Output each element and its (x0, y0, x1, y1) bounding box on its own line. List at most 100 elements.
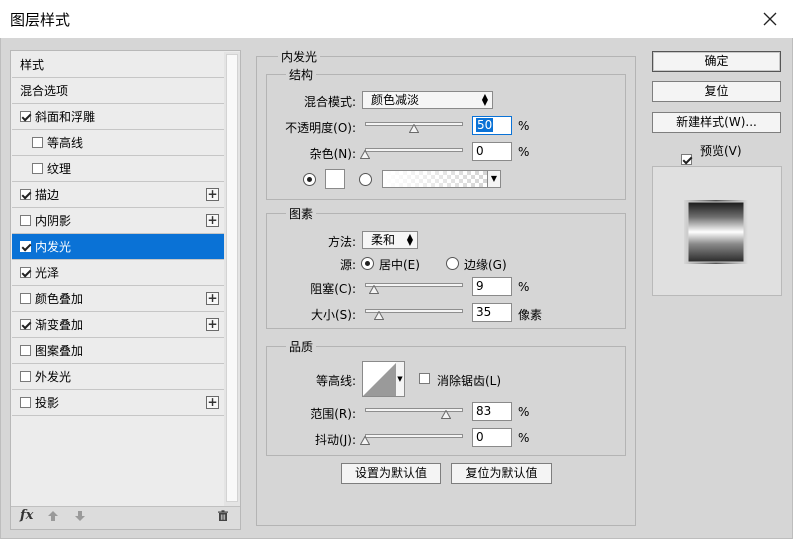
style-item[interactable]: 外发光 (12, 364, 224, 390)
noise-label: 杂色(N): (309, 147, 356, 161)
jitter-label: 抖动(J): (315, 433, 356, 447)
add-effect-icon[interactable]: + (206, 292, 219, 305)
style-checkbox[interactable] (32, 137, 43, 148)
style-item[interactable]: 内阴影 + (12, 208, 224, 234)
blend-mode-label: 混合模式: (303, 95, 356, 109)
arrow-up-icon[interactable] (47, 510, 59, 522)
noise-slider[interactable] (365, 148, 463, 152)
style-checkbox[interactable] (20, 215, 31, 226)
style-item-label: 外发光 (35, 370, 72, 384)
source-edge-radio[interactable] (446, 257, 459, 270)
range-slider-thumb[interactable] (441, 410, 452, 419)
jitter-unit: % (518, 431, 530, 445)
noise-slider-thumb[interactable] (360, 150, 370, 159)
antialias-checkbox[interactable] (419, 373, 430, 384)
style-checkbox[interactable] (20, 397, 31, 408)
style-item-label: 纹理 (47, 162, 72, 176)
reset-button[interactable]: 复位 (652, 81, 781, 102)
style-checkbox[interactable] (20, 267, 31, 278)
choke-input[interactable]: 9 (472, 277, 512, 296)
close-button[interactable] (752, 4, 788, 34)
style-item-label: 样式 (20, 58, 45, 72)
style-item-label: 混合选项 (20, 84, 69, 98)
choke-slider[interactable] (365, 283, 463, 287)
make-default-button[interactable]: 设置为默认值 (341, 463, 441, 484)
noise-unit: % (518, 145, 530, 159)
add-effect-icon[interactable]: + (206, 396, 219, 409)
opacity-slider-thumb[interactable] (409, 124, 419, 133)
blend-mode-select[interactable]: 颜色减淡 ▲ ▼ (362, 91, 493, 109)
scrollbar-thumb[interactable] (226, 54, 238, 502)
style-checkbox[interactable] (20, 319, 31, 330)
new-style-button[interactable]: 新建样式(W)... (652, 112, 781, 133)
choke-slider-thumb[interactable] (368, 285, 379, 294)
style-item[interactable]: 光泽 (12, 260, 224, 286)
add-effect-icon[interactable]: + (206, 318, 219, 331)
style-checkbox[interactable] (20, 293, 31, 304)
style-checkbox[interactable] (20, 345, 31, 356)
gradient-fill-radio[interactable] (359, 173, 372, 186)
style-item-label: 内发光 (35, 240, 72, 254)
contour-dropdown-icon[interactable]: ▼ (396, 361, 405, 397)
reset-default-button[interactable]: 复位为默认值 (451, 463, 552, 484)
style-item[interactable]: 等高线 (12, 130, 224, 156)
jitter-slider-thumb[interactable] (360, 436, 370, 445)
style-item[interactable]: 混合选项 (12, 78, 224, 104)
ok-button[interactable]: 确定 (652, 51, 781, 72)
jitter-input[interactable]: 0 (472, 428, 512, 447)
close-icon (763, 12, 777, 26)
range-input[interactable]: 83 (472, 402, 512, 421)
style-checkbox[interactable] (20, 371, 31, 382)
style-item[interactable]: 斜面和浮雕 (12, 104, 224, 130)
arrow-down-icon[interactable] (74, 510, 86, 522)
gradient-dropdown-icon[interactable]: ▼ (487, 171, 500, 187)
jitter-slider[interactable] (365, 434, 463, 438)
opacity-input[interactable]: 50 (472, 116, 512, 135)
style-item[interactable]: 描边 + (12, 182, 224, 208)
size-slider-thumb[interactable] (373, 311, 384, 320)
style-item-label: 图案叠加 (35, 344, 84, 358)
trash-icon[interactable] (217, 510, 229, 522)
fx-menu-icon[interactable]: fx (20, 508, 33, 523)
elements-title: 图素 (286, 205, 317, 222)
style-item[interactable]: 图案叠加 (12, 338, 224, 364)
source-edge-label: 边缘(G) (464, 258, 507, 272)
size-input[interactable]: 35 (472, 303, 512, 322)
updown-arrow-icon: ▲ ▼ (481, 92, 488, 107)
title-bar (0, 0, 793, 38)
contour-preview[interactable] (362, 361, 398, 397)
style-item[interactable]: 样式 (12, 52, 224, 78)
method-select[interactable]: 柔和 ▲ ▼ (362, 231, 418, 249)
style-item[interactable]: 内发光 (12, 234, 224, 260)
style-item[interactable]: 渐变叠加 + (12, 312, 224, 338)
style-checkbox[interactable] (20, 241, 31, 252)
style-item-label: 投影 (35, 396, 60, 410)
preview-checkbox[interactable] (681, 154, 692, 165)
source-label: 源: (339, 258, 356, 272)
style-item-label: 描边 (35, 188, 60, 202)
style-item[interactable]: 纹理 (12, 156, 224, 182)
quality-title: 品质 (286, 338, 317, 355)
style-item[interactable]: 颜色叠加 + (12, 286, 224, 312)
style-item-label: 光泽 (35, 266, 60, 280)
add-effect-icon[interactable]: + (206, 214, 219, 227)
style-checkbox[interactable] (32, 163, 43, 174)
glow-color-swatch[interactable] (325, 169, 345, 189)
add-effect-icon[interactable]: + (206, 188, 219, 201)
source-center-radio[interactable] (361, 257, 374, 270)
glow-gradient-picker[interactable] (382, 170, 501, 188)
color-fill-radio[interactable] (303, 173, 316, 186)
style-item-label: 斜面和浮雕 (35, 110, 96, 124)
updown-arrow-icon: ▲ ▼ (406, 232, 413, 247)
preview-thumbnail (684, 200, 748, 264)
method-value: 柔和 (371, 233, 396, 247)
choke-label: 阻塞(C): (310, 282, 356, 296)
style-item[interactable]: 投影 + (12, 390, 224, 416)
style-checkbox[interactable] (20, 189, 31, 200)
noise-input[interactable]: 0 (472, 142, 512, 161)
style-item-label: 颜色叠加 (35, 292, 84, 306)
inner-glow-title: 内发光 (278, 48, 321, 65)
style-list-footer (11, 506, 240, 529)
style-item-label: 内阴影 (35, 214, 72, 228)
style-checkbox[interactable] (20, 111, 31, 122)
